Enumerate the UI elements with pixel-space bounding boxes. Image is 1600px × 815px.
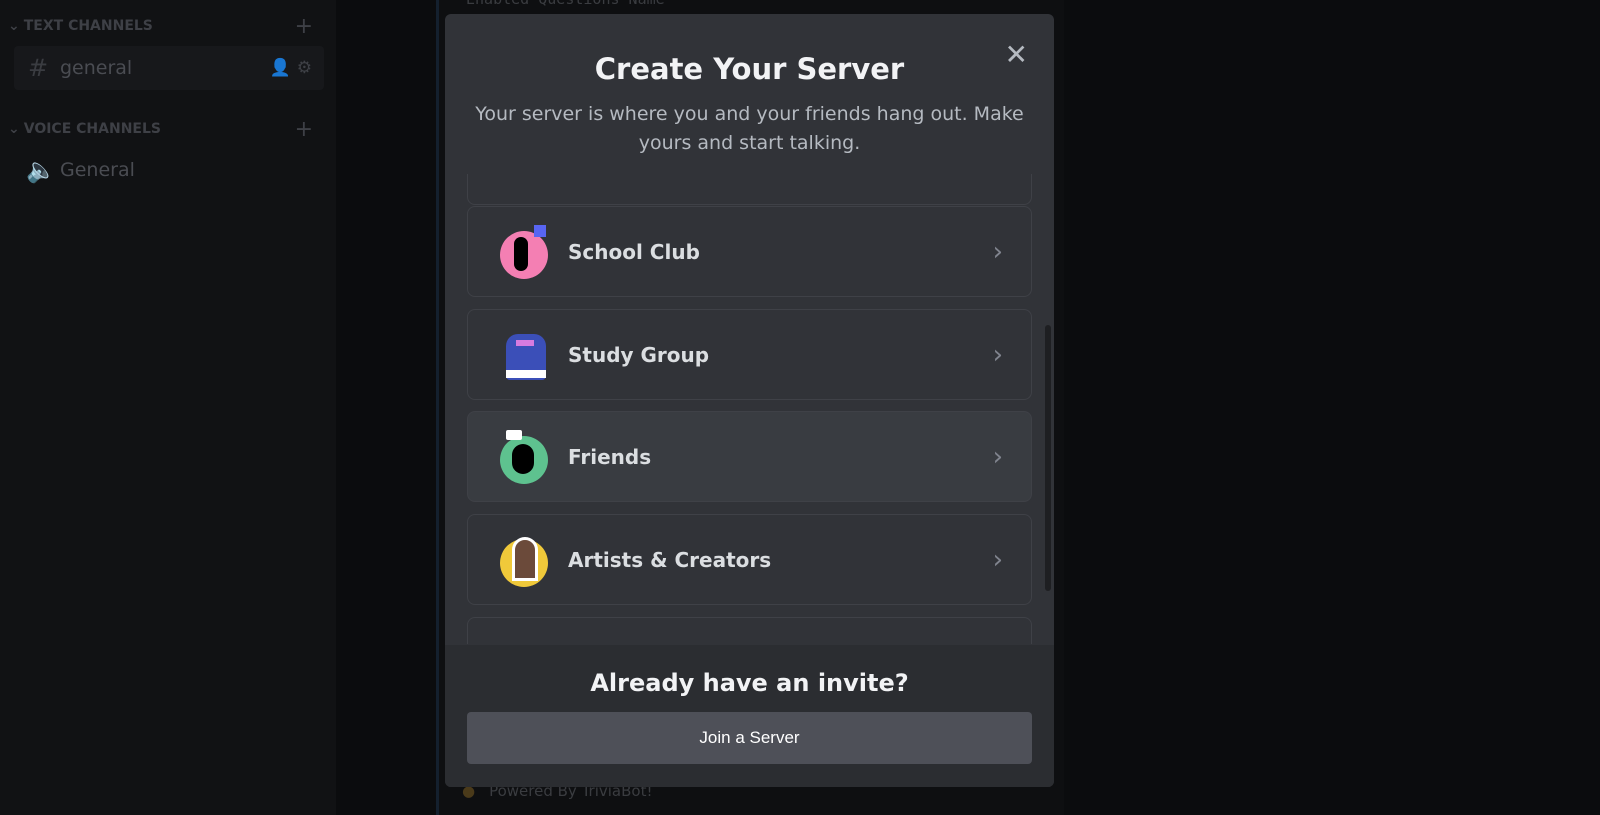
backpack-illustration — [498, 328, 552, 382]
add-channel-icon[interactable]: + — [295, 14, 313, 39]
artists-illustration — [498, 533, 552, 587]
speaker-icon: 🔈 — [26, 156, 56, 184]
category-label: TEXT CHANNELS — [23, 18, 153, 34]
template-item-create-my-own[interactable] — [467, 174, 1032, 205]
channel-sidebar: ⌄ TEXT CHANNELS + # general 👤 ⚙ ⌄ VOICE C… — [0, 0, 336, 815]
create-server-modal: ✕ Create Your Server Your server is wher… — [445, 14, 1054, 787]
footer-title: Already have an invite? — [590, 669, 909, 697]
chevron-right-icon: › — [992, 339, 1003, 370]
scrollbar[interactable] — [1045, 325, 1051, 591]
channel-name: General — [60, 159, 135, 181]
template-item[interactable]: Artists & Creators › — [467, 514, 1032, 605]
template-item[interactable]: Study Group › — [467, 309, 1032, 400]
modal-title: Create Your Server — [594, 52, 905, 86]
template-label: Friends — [568, 444, 652, 469]
invite-icon[interactable]: 👤 — [270, 58, 291, 78]
channel-name: general — [60, 57, 133, 79]
add-channel-icon[interactable]: + — [295, 117, 313, 142]
template-item[interactable]: Friends › — [467, 411, 1032, 502]
voice-channels-category[interactable]: ⌄ VOICE CHANNELS + — [8, 117, 313, 142]
template-label: Artists & Creators — [568, 547, 772, 572]
join-server-button[interactable]: Join a Server — [467, 712, 1032, 764]
friends-illustration — [498, 429, 552, 484]
background-header-text: Enabled Questions Name — [466, 0, 665, 8]
chevron-right-icon: › — [992, 236, 1003, 267]
chevron-down-icon: ⌄ — [8, 18, 20, 34]
template-label: School Club — [568, 239, 700, 264]
template-list: School Club › Study Group › Friends › Ar… — [467, 174, 1032, 644]
category-label: VOICE CHANNELS — [23, 121, 161, 137]
hash-icon: # — [27, 54, 49, 82]
gear-icon[interactable]: ⚙ — [297, 58, 312, 78]
template-item[interactable] — [467, 617, 1032, 644]
template-label: Study Group — [568, 342, 710, 367]
modal-footer: Already have an invite? Join a Server — [445, 645, 1054, 787]
chevron-right-icon: › — [992, 441, 1003, 472]
template-item[interactable]: School Club › — [467, 206, 1032, 297]
chevron-down-icon: ⌄ — [8, 121, 20, 137]
channel-general[interactable]: # general 👤 ⚙ — [14, 46, 324, 90]
voice-channel-general[interactable]: 🔈 General — [14, 148, 324, 192]
chevron-right-icon: › — [992, 544, 1003, 575]
modal-subtitle: Your server is where you and your friend… — [475, 103, 1024, 154]
school-club-illustration — [498, 224, 552, 279]
text-channels-category[interactable]: ⌄ TEXT CHANNELS + — [8, 14, 313, 39]
